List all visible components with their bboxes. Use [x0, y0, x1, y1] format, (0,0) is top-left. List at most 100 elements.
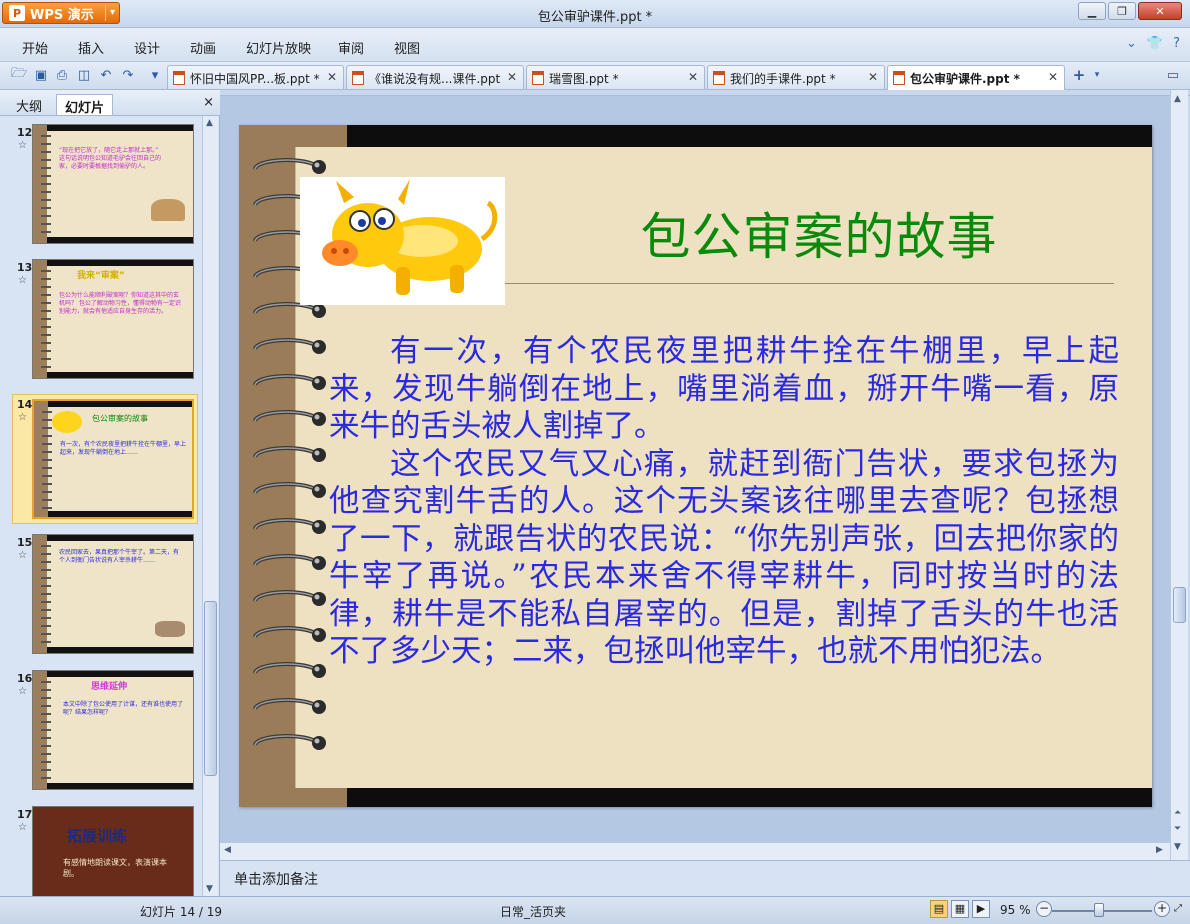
window-controls: ▁ ❐ ✕: [1076, 2, 1182, 20]
tab-outline[interactable]: 大纲: [8, 94, 50, 115]
customize-toolbar-icon[interactable]: ▾: [146, 66, 164, 84]
scroll-down-arrow-icon[interactable]: ▼: [206, 884, 213, 894]
slide-thumbnail-15[interactable]: 农民回家去，果真把那个牛宰了。第二天，有个人到衙门告状说有人宰杀耕牛……: [32, 534, 194, 654]
close-tab-icon[interactable]: ✕: [688, 70, 698, 84]
template-name: 日常_活页夹: [500, 905, 567, 919]
donkey-image: [151, 199, 185, 221]
slide-number: 15: [17, 536, 33, 549]
tab-document-2[interactable]: 《谁说没有规...课件.ppt ✕: [346, 65, 524, 89]
ppt-file-icon: [352, 71, 364, 85]
thumb-title: 拓展训练: [67, 827, 128, 845]
normal-view-button[interactable]: ▤: [930, 900, 948, 918]
ox-cartoon-image[interactable]: [300, 177, 505, 305]
new-tab-icon[interactable]: +: [1070, 66, 1088, 84]
thumb-title: 我来“审案”: [77, 271, 125, 281]
next-slide-icon[interactable]: ⏷: [1174, 824, 1181, 834]
slide-sorter-view-button[interactable]: ▦: [951, 900, 969, 918]
open-folder-icon[interactable]: 🗁: [10, 66, 28, 84]
editor-vertical-scrollbar[interactable]: ▲ ⏶ ⏷ ▼: [1170, 90, 1188, 860]
tab-slides[interactable]: 幻灯片: [56, 94, 114, 116]
slide-top-band: [347, 125, 1152, 147]
transition-star-icon: ☆: [18, 140, 27, 151]
scroll-up-arrow-icon[interactable]: ▲: [1174, 94, 1181, 104]
ox-image: [155, 621, 185, 637]
ox-image: [52, 411, 82, 433]
redo-icon[interactable]: ↷: [119, 66, 137, 84]
window-title: 包公审驴课件.ppt *: [537, 10, 653, 25]
slideshow-view-button[interactable]: ▶: [972, 900, 990, 918]
help-icon[interactable]: ?: [1173, 36, 1180, 51]
transition-star-icon: ☆: [18, 822, 27, 833]
fit-window-icon[interactable]: ⤢: [1174, 903, 1182, 914]
scroll-down-arrow-icon[interactable]: ▼: [1174, 842, 1181, 852]
tab-document-active[interactable]: 包公审驴课件.ppt * ✕: [887, 65, 1065, 90]
slide-number: 14: [17, 398, 33, 411]
notes-placeholder: 单击添加备注: [234, 872, 318, 888]
previous-slide-icon[interactable]: ⏶: [1174, 808, 1181, 818]
window-layout-icon[interactable]: ▭: [1164, 66, 1182, 84]
thumb-title: 包公审案的故事: [92, 414, 148, 423]
panel-scrollbar[interactable]: ▲ ▼: [202, 116, 218, 896]
save-icon[interactable]: ▣: [32, 66, 50, 84]
ppt-file-icon: [893, 71, 905, 85]
thumb-text: 农民回家去，果真把那个牛宰了。第二天，有个人到衙门告状说有人宰杀耕牛……: [59, 549, 180, 564]
scrollbar-thumb[interactable]: [204, 601, 217, 776]
slide-thumbnail-list: 12 ☆ “现在把它放了，随它走上那就上那。” 这句话说明包公知道毛驴会往回自己…: [0, 116, 202, 896]
skin-icon[interactable]: 👕: [1147, 36, 1163, 51]
current-slide[interactable]: 包公审案的故事 有一次，有个农民夜里把耕牛拴在牛棚里，早上起来，发现牛躺倒在地上…: [239, 125, 1152, 807]
slide-body-textbox[interactable]: 有一次，有个农民夜里把耕牛拴在牛棚里，早上起来，发现牛躺倒在地上，嘴里淌着血，掰…: [329, 333, 1119, 671]
ppt-file-icon: [173, 71, 185, 85]
tab-document-4[interactable]: 我们的手课件.ppt * ✕: [707, 65, 885, 89]
slide-thumbnail-14-selected[interactable]: 包公审案的故事 有一次，有个农民夜里把耕牛拴在牛棚里，早上起来，发现牛躺倒在地上…: [32, 399, 194, 519]
menu-animation[interactable]: 动画: [190, 38, 216, 57]
slide-number: 16: [17, 672, 33, 685]
slide-counter: 幻灯片 14 / 19: [140, 905, 223, 919]
menu-view[interactable]: 视图: [394, 38, 420, 57]
slide-bottom-band: [347, 788, 1152, 807]
transition-star-icon: ☆: [18, 412, 27, 423]
tab-document-3[interactable]: 瑞雪图.ppt * ✕: [526, 65, 705, 89]
menu-slideshow[interactable]: 幻灯片放映: [246, 38, 311, 57]
menu-review[interactable]: 审阅: [338, 38, 364, 57]
scroll-right-arrow-icon[interactable]: ▶: [1156, 845, 1163, 855]
scroll-up-arrow-icon[interactable]: ▲: [206, 118, 213, 128]
slide-thumbnail-16[interactable]: 思维延伸 本文中除了包公使用了计谋，还有谁也使用了呢？结果怎样呢？: [32, 670, 194, 790]
notes-pane[interactable]: 单击添加备注: [220, 860, 1190, 896]
zoom-out-button[interactable]: −: [1036, 901, 1052, 917]
close-window-button[interactable]: ✕: [1138, 2, 1182, 20]
menu-right-icons: ⌄ 👕 ?: [1126, 36, 1180, 51]
tab-label: 包公审驴课件.ppt *: [910, 72, 1020, 86]
zoom-in-button[interactable]: +: [1154, 901, 1170, 917]
slide-thumbnail-12[interactable]: “现在把它放了，随它走上那就上那。” 这句话说明包公知道毛驴会往回自己的家，必要…: [32, 124, 194, 244]
print-preview-icon[interactable]: ◫: [75, 66, 93, 84]
tab-document-1[interactable]: 怀旧中国风PP...板.ppt * ✕: [167, 65, 344, 89]
slide-title[interactable]: 包公审案的故事: [539, 197, 1099, 269]
close-panel-icon[interactable]: ×: [203, 95, 214, 110]
slide-thumbnail-17[interactable]: 拓展训练 有感情地朗读课文，表演课本剧。: [32, 806, 194, 896]
title-bar: P WPS 演示 ▾ 包公审驴课件.ppt * ▁ ❐ ✕: [0, 0, 1190, 28]
transition-star-icon: ☆: [18, 275, 27, 286]
tab-list-dropdown-icon[interactable]: ▾: [1088, 66, 1106, 84]
slide-number: 13: [17, 261, 33, 274]
close-tab-icon[interactable]: ✕: [1048, 70, 1058, 84]
close-tab-icon[interactable]: ✕: [868, 70, 878, 84]
print-icon[interactable]: ⎙: [53, 66, 71, 84]
slide-thumbnail-13[interactable]: 我来“审案” 包公为什么能顺利破案呢？你知道这其中的玄机吗？ 包公了解动物习性，…: [32, 259, 194, 379]
menu-design[interactable]: 设计: [134, 38, 160, 57]
minimize-button[interactable]: ▁: [1078, 2, 1106, 20]
menu-insert[interactable]: 插入: [78, 38, 104, 57]
undo-icon[interactable]: ↶: [97, 66, 115, 84]
body-paragraph-1: 有一次，有个农民夜里把耕牛拴在牛棚里，早上起来，发现牛躺倒在地上，嘴里淌着血，掰…: [329, 334, 1119, 444]
scroll-left-arrow-icon[interactable]: ◀: [224, 845, 231, 855]
menu-bar: 开始 插入 设计 动画 幻灯片放映 审阅 视图 ⌄ 👕 ?: [0, 28, 1190, 62]
collapse-ribbon-icon[interactable]: ⌄: [1126, 36, 1137, 51]
maximize-button[interactable]: ❐: [1108, 2, 1136, 20]
scrollbar-thumb[interactable]: [1173, 587, 1186, 623]
status-bar: 幻灯片 14 / 19 日常_活页夹 ▤ ▦ ▶ 95 % − + ⤢: [0, 896, 1190, 924]
menu-home[interactable]: 开始: [22, 38, 48, 57]
transition-star-icon: ☆: [18, 686, 27, 697]
close-tab-icon[interactable]: ✕: [507, 70, 517, 84]
close-tab-icon[interactable]: ✕: [327, 70, 337, 84]
editor-horizontal-scrollbar[interactable]: ◀ ▶: [220, 842, 1170, 860]
zoom-slider-knob[interactable]: [1094, 903, 1104, 917]
